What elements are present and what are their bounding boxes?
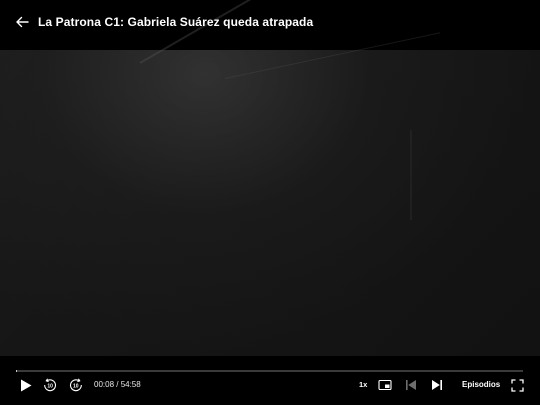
next-episode-icon xyxy=(432,380,442,390)
playback-speed-button[interactable]: 1x xyxy=(359,380,367,389)
video-frame[interactable] xyxy=(0,0,540,356)
progress-bar[interactable] xyxy=(16,370,523,372)
previous-episode-icon xyxy=(406,380,416,390)
picture-in-picture-icon xyxy=(378,379,392,391)
time-display: 00:08 / 54:58 xyxy=(94,380,141,389)
progress-fill xyxy=(16,370,18,372)
top-bar: La Patrona C1: Gabriela Suárez queda atr… xyxy=(0,0,540,50)
next-episode-button[interactable] xyxy=(429,376,445,394)
play-button[interactable] xyxy=(18,376,34,394)
fullscreen-button[interactable] xyxy=(509,376,525,394)
control-bar: 10 10 00:08 / 54:58 1x Episodios xyxy=(0,356,540,405)
forward-10-icon: 10 xyxy=(69,378,82,392)
video-title: La Patrona C1: Gabriela Suárez queda atr… xyxy=(38,15,314,29)
video-shadow-detail xyxy=(410,130,412,220)
svg-text:10: 10 xyxy=(73,383,79,389)
forward-10-button[interactable]: 10 xyxy=(68,376,84,394)
fullscreen-icon xyxy=(510,378,524,392)
rewind-10-icon: 10 xyxy=(44,378,57,392)
previous-episode-button[interactable] xyxy=(403,376,419,394)
video-player: La Patrona C1: Gabriela Suárez queda atr… xyxy=(0,0,540,405)
play-icon xyxy=(21,379,32,391)
rewind-10-button[interactable]: 10 xyxy=(42,376,58,394)
arrow-left-icon[interactable] xyxy=(14,14,30,30)
episodes-button[interactable]: Episodios xyxy=(462,380,500,389)
svg-text:10: 10 xyxy=(47,383,53,389)
picture-in-picture-button[interactable] xyxy=(377,376,393,394)
